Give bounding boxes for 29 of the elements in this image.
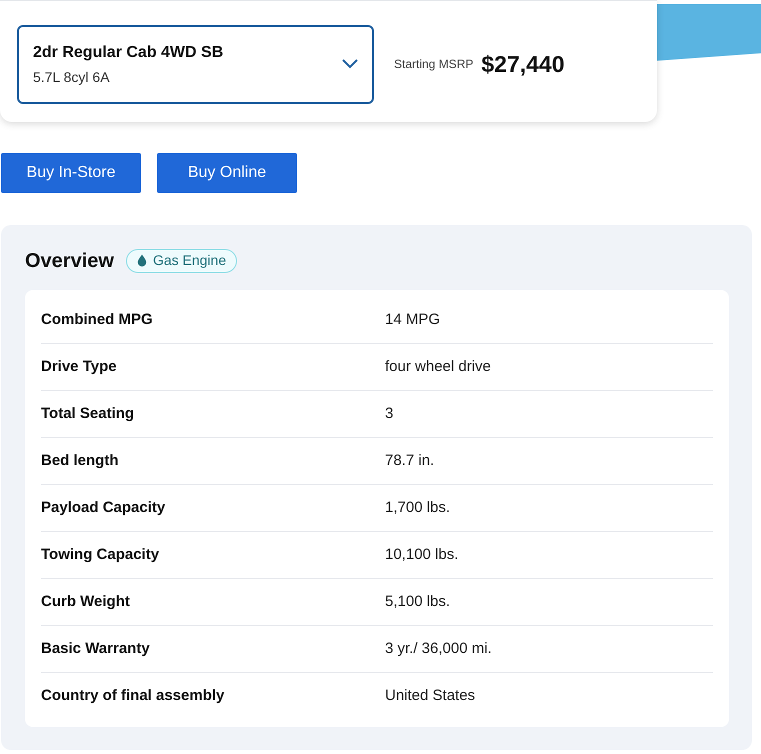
spec-value: 5,100 lbs. [385,592,450,612]
buy-button[interactable]: Buy Online [157,153,297,193]
trim-engine: 5.7L 8cyl 6A [33,68,111,87]
spec-label: Country of final assembly [41,686,226,706]
buy-button[interactable]: Buy In-Store [1,153,141,193]
spec-label: Total Seating [41,404,136,424]
droplet-icon [136,254,147,267]
spec-label: Basic Warranty [41,638,151,659]
spec-label: Curb Weight [41,592,131,612]
spec-value: 3 [385,404,394,424]
spec-value: 14 MPG [385,310,440,330]
spec-value: four wheel drive [385,356,491,377]
trim-dropdown[interactable]: 2dr Regular Cab 4WD SB 5.7L 8cyl 6A [17,24,374,104]
spec-label: Drive Type [41,356,118,377]
spec-value: 3 yr./ 36,000 mi. [385,638,492,659]
spec-value: United States [385,686,476,706]
trim-name: 2dr Regular Cab 4WD SB [33,42,224,62]
price-value: $27,440 [481,50,564,79]
spec-label: Payload Capacity [41,498,166,518]
spec-value: 1,700 lbs. [385,498,450,518]
overview-title: Overview [25,248,114,274]
chevron-down-icon [342,59,358,69]
spec-value: 10,100 lbs. [385,544,458,565]
engine-badge: Gas Engine [126,248,238,272]
spec-label: Bed length [41,450,120,471]
spec-label: Combined MPG [41,310,154,330]
price-label: Starting MSRP [394,56,474,73]
spec-label: Towing Capacity [41,544,160,565]
spec-value: 78.7 in. [385,450,434,471]
